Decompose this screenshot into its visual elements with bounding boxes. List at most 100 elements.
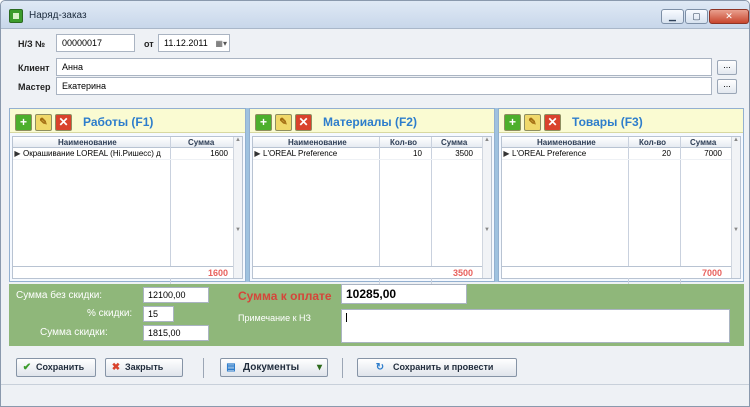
table-row[interactable]: ▶ L'OREAL Preference 20 7000 (502, 148, 740, 160)
add-icon[interactable]: + (504, 114, 521, 131)
works-grid-header: Наименование Сумма (13, 137, 242, 148)
works-scrollbar[interactable]: ▲ ▼ (233, 137, 242, 278)
delete-icon[interactable]: ✕ (295, 114, 312, 131)
goods-scrollbar[interactable]: ▲ ▼ (731, 137, 740, 278)
row-qty: 10 (413, 149, 422, 158)
table-row[interactable]: ▶ Окрашивание LOREAL (Hi.Ришесс) д 1600 (13, 148, 242, 160)
goods-header: + ✎ ✕ Товары (F3) (499, 109, 743, 133)
row-name: Окрашивание LOREAL (Hi.Ришесс) д (23, 149, 161, 158)
materials-grid-header: Наименование Кол-во Сумма (253, 137, 491, 148)
summary-area: Сумма без скидки: 12100,00 % скидки: 15 … (9, 284, 744, 346)
works-title: Работы (F1) (83, 115, 154, 129)
works-panel: + ✎ ✕ Работы (F1) Наименование Сумма ▶ О… (9, 108, 246, 290)
check-icon: ✔ (22, 362, 32, 373)
maximize-button[interactable]: ▢ (685, 9, 708, 24)
discount-sum-label: Сумма скидки: (40, 327, 108, 338)
row-name: L'OREAL Preference (512, 149, 587, 158)
close-icon: ✖ (111, 362, 121, 373)
date-label: от (144, 39, 154, 49)
client-label: Клиент (18, 63, 50, 73)
row-pointer-icon: ▶ (254, 149, 261, 158)
goods-panel: + ✎ ✕ Товары (F3) Наименование Кол-во Су… (498, 108, 744, 290)
discount-sum-field[interactable]: 1815,00 (143, 325, 209, 341)
works-total: 1600 (207, 268, 228, 278)
status-bar (1, 384, 749, 406)
col-qty: Кол-во (390, 138, 418, 147)
to-pay-label: Сумма к оплате (238, 289, 332, 303)
works-grid[interactable]: Наименование Сумма ▶ Окрашивание LOREAL … (12, 136, 243, 290)
col-name: Наименование (288, 138, 347, 147)
panels-area: + ✎ ✕ Работы (F1) Наименование Сумма ▶ О… (9, 108, 744, 290)
master-browse-button[interactable]: ... (717, 79, 737, 94)
close-button[interactable]: ✖ Закрыть (105, 358, 183, 377)
save-label: Сохранить (36, 362, 85, 372)
delete-icon[interactable]: ✕ (55, 114, 72, 131)
app-icon (9, 9, 23, 23)
col-sum: Сумма (441, 138, 468, 147)
sum-no-discount-label: Сумма без скидки: (16, 290, 103, 301)
note-field[interactable] (341, 309, 730, 343)
window-title: Наряд-заказ (29, 10, 87, 21)
client-field[interactable]: Анна (56, 58, 712, 76)
master-field[interactable]: Екатерина (56, 77, 712, 95)
col-sum: Сумма (188, 138, 215, 147)
save-post-label: Сохранить и провести (393, 362, 494, 372)
note-label: Примечание к НЗ (238, 313, 311, 323)
row-sum: 7000 (704, 149, 722, 158)
row-qty: 20 (662, 149, 671, 158)
to-pay-field[interactable]: 10285,00 (341, 284, 467, 304)
materials-title: Материалы (F2) (323, 115, 417, 129)
materials-footer: 3500 (253, 266, 491, 278)
col-name: Наименование (58, 138, 117, 147)
goods-total: 7000 (701, 268, 722, 278)
edit-icon[interactable]: ✎ (524, 114, 541, 131)
row-pointer-icon: ▶ (503, 149, 510, 158)
col-qty: Кол-во (639, 138, 667, 147)
order-window: Наряд-заказ ▁ ▢ ✕ Н/З № 00000017 от 11.1… (0, 0, 750, 407)
materials-scrollbar[interactable]: ▲ ▼ (482, 137, 491, 278)
documents-label: Документы (243, 362, 300, 373)
order-number-label: Н/З № (18, 39, 46, 49)
documents-button[interactable]: ▤ Документы ▾ (220, 358, 328, 377)
add-icon[interactable]: + (255, 114, 272, 131)
works-footer: 1600 (13, 266, 242, 278)
save-post-button[interactable]: ↻ Сохранить и провести (357, 358, 517, 377)
delete-icon[interactable]: ✕ (544, 114, 561, 131)
materials-total: 3500 (452, 268, 473, 278)
goods-title: Товары (F3) (572, 115, 643, 129)
row-sum: 1600 (210, 149, 228, 158)
goods-grid[interactable]: Наименование Кол-во Сумма ▶ L'OREAL Pref… (501, 136, 741, 290)
materials-grid[interactable]: Наименование Кол-во Сумма ▶ L'OREAL Pref… (252, 136, 492, 290)
materials-panel: + ✎ ✕ Материалы (F2) Наименование Кол-во… (249, 108, 495, 290)
client-browse-button[interactable]: ... (717, 60, 737, 75)
minimize-button[interactable]: ▁ (661, 9, 684, 24)
row-pointer-icon: ▶ (14, 149, 21, 158)
goods-footer: 7000 (502, 266, 740, 278)
table-row[interactable]: ▶ L'OREAL Preference 10 3500 (253, 148, 491, 160)
materials-header: + ✎ ✕ Материалы (F2) (250, 109, 494, 133)
printer-icon: ▤ (226, 362, 236, 373)
save-button[interactable]: ✔ Сохранить (16, 358, 96, 377)
discount-pct-label: % скидки: (87, 308, 133, 319)
chevron-down-icon: ▾ (316, 362, 322, 373)
goods-grid-header: Наименование Кол-во Сумма (502, 137, 740, 148)
col-name: Наименование (537, 138, 596, 147)
order-number-field[interactable]: 00000017 (56, 34, 135, 52)
row-sum: 3500 (455, 149, 473, 158)
close-window-button[interactable]: ✕ (709, 9, 749, 24)
calendar-dropdown-icon[interactable]: ▦▾ (215, 36, 227, 51)
title-bar: Наряд-заказ ▁ ▢ ✕ (1, 1, 749, 29)
sum-no-discount-field[interactable]: 12100,00 (143, 287, 209, 303)
edit-icon[interactable]: ✎ (35, 114, 52, 131)
edit-icon[interactable]: ✎ (275, 114, 292, 131)
close-label: Закрыть (125, 362, 164, 372)
row-name: L'OREAL Preference (263, 149, 338, 158)
date-value: 11.12.2011 (164, 38, 208, 48)
date-field[interactable]: 11.12.2011 ▦▾ (158, 34, 230, 52)
discount-pct-field[interactable]: 15 (143, 306, 174, 322)
refresh-icon: ↻ (375, 362, 385, 373)
master-label: Мастер (18, 82, 51, 92)
add-icon[interactable]: + (15, 114, 32, 131)
button-bar: ✔ Сохранить ✖ Закрыть ▤ Документы ▾ ↻ Со… (9, 349, 744, 382)
col-sum: Сумма (690, 138, 717, 147)
